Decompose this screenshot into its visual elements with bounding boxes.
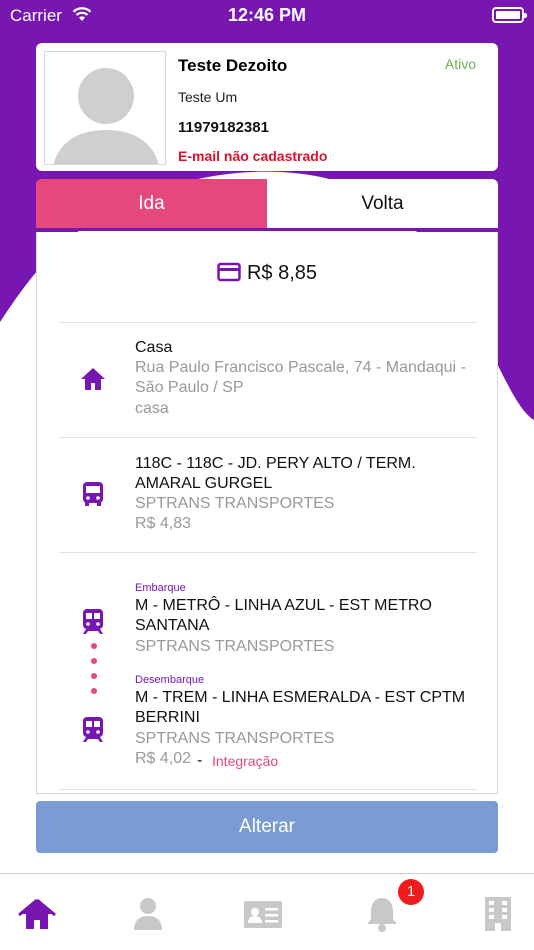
profile-card[interactable]: Teste Dezoito Ativo Teste Um 11979182381… <box>36 43 498 171</box>
boarding-label: Embarque <box>135 582 186 594</box>
boarding-line-2: SANTANA <box>135 617 210 634</box>
boarding-operator: SPTRANS TRANSPORTES <box>135 638 335 655</box>
alighting-line-1: M - TREM - LINHA ESMERALDA - EST CPTM <box>135 689 466 706</box>
bus-price: R$ 4,83 <box>135 515 192 532</box>
bus-line-2: AMARAL GURGEL <box>135 475 273 492</box>
bus-operator: SPTRANS TRANSPORTES <box>135 495 335 512</box>
route-details: R$ 8,85 Casa Rua Paulo Francisco Pascale… <box>36 232 498 794</box>
bus-icon <box>83 482 103 506</box>
bottom-tab-bar <box>0 873 534 950</box>
avatar-placeholder-icon <box>53 68 159 164</box>
divider <box>59 437 477 438</box>
email-notice: E-mail não cadastrado <box>178 148 328 164</box>
notification-badge: 1 <box>398 879 424 905</box>
alighting-line-2: BERRINI <box>135 709 200 726</box>
status-bar: Carrier 12:46 PM <box>0 0 534 32</box>
alter-button[interactable]: Alterar <box>36 801 498 853</box>
route-dot <box>91 673 97 679</box>
home-address-line1: Rua Paulo Francisco Pascale, 74 - Mandaq… <box>135 359 466 376</box>
route-dot <box>91 688 97 694</box>
price-separator: - <box>197 752 203 769</box>
home-icon <box>81 368 105 390</box>
train-icon <box>83 609 103 634</box>
tab-ida[interactable]: Ida <box>36 179 267 228</box>
integration-label: Integração <box>212 753 279 769</box>
bus-line-1: 118C - 118C - JD. PERY ALTO / TERM. <box>135 455 416 472</box>
home-icon[interactable] <box>17 894 57 934</box>
bell-icon[interactable] <box>362 894 402 934</box>
alighting-label: Desembarque <box>135 674 205 686</box>
fare-row: R$ 8,85 <box>37 262 497 285</box>
tab-volta[interactable]: Volta <box>267 179 498 228</box>
divider <box>59 789 477 790</box>
boarding-line-1: M - METRÔ - LINHA AZUL - EST METRO <box>135 597 432 614</box>
profile-phone: 11979182381 <box>178 119 269 136</box>
id-card-icon[interactable] <box>243 894 283 934</box>
avatar <box>44 51 166 165</box>
status-badge: Ativo <box>444 56 476 72</box>
fare-total: R$ 8,85 <box>246 262 318 284</box>
divider <box>59 552 477 553</box>
home-title: Casa <box>135 339 173 356</box>
train-icon <box>83 717 103 742</box>
person-icon[interactable] <box>128 894 168 934</box>
home-address-line2: São Paulo / SP <box>135 379 244 396</box>
profile-subtitle: Teste Um <box>178 89 238 105</box>
credit-card-icon <box>217 262 241 282</box>
divider <box>59 322 477 323</box>
battery-icon <box>492 7 527 23</box>
direction-tabs: Ida Volta <box>36 179 498 231</box>
alighting-operator: SPTRANS TRANSPORTES <box>135 730 335 747</box>
building-icon[interactable] <box>478 894 518 934</box>
home-note: casa <box>135 400 169 417</box>
route-dot <box>91 658 97 664</box>
metro-price: R$ 4,02 <box>135 750 192 767</box>
route-dot <box>91 643 97 649</box>
profile-name: Teste Dezoito <box>178 56 288 75</box>
clock: 12:46 PM <box>227 5 307 25</box>
